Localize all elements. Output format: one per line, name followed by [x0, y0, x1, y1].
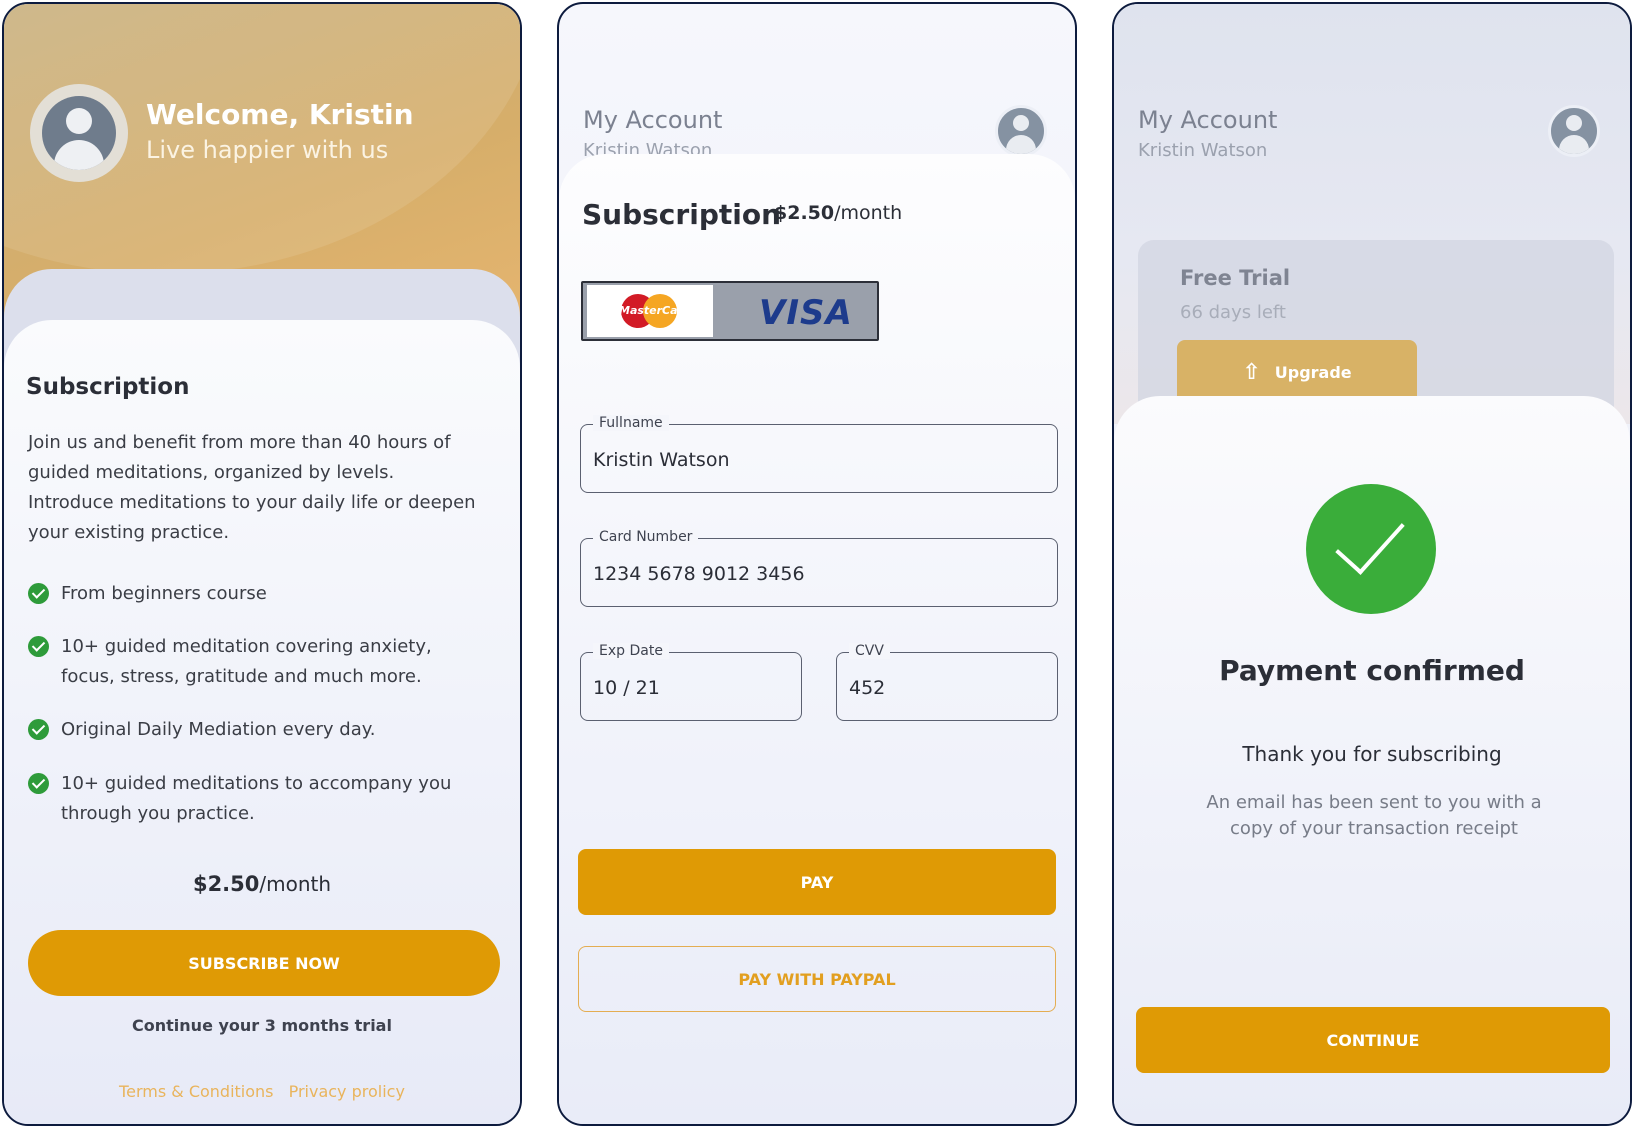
- cvv-label: CVV: [849, 643, 890, 659]
- thank-you-text: Thank you for subscribing: [1242, 742, 1502, 766]
- fullname-label: Fullname: [593, 415, 669, 431]
- feature-text: Original Daily Mediation every day.: [61, 719, 376, 740]
- subscription-screen: Welcome, Kristin Live happier with us Su…: [2, 2, 522, 1126]
- privacy-link[interactable]: Privacy prolicy: [289, 1082, 405, 1101]
- section-title: Subscription: [582, 198, 782, 231]
- confirmation-title: Payment confirmed: [1219, 654, 1525, 687]
- feature-text: 10+ guided meditations to accompany you …: [61, 773, 452, 824]
- mastercard-option[interactable]: MasterCard: [587, 285, 713, 337]
- success-check-icon: [1306, 484, 1436, 614]
- feature-text: From beginners course: [61, 583, 267, 604]
- feature-text: 10+ guided meditation covering anxiety, …: [61, 636, 432, 687]
- trial-link[interactable]: Continue your 3 months trial: [4, 1016, 520, 1035]
- trial-days-left: 66 days left: [1180, 302, 1286, 323]
- fullname-field[interactable]: Fullname Kristin Watson: [580, 415, 1058, 493]
- price-label: $2.50/month: [4, 872, 520, 896]
- cvv-field[interactable]: CVV 452: [836, 643, 1058, 721]
- mastercard-label: MasterCard: [619, 304, 691, 317]
- card-number-field[interactable]: Card Number 1234 5678 9012 3456: [580, 529, 1058, 607]
- upgrade-label: Upgrade: [1274, 362, 1352, 382]
- fullname-value: Kristin Watson: [593, 449, 730, 471]
- header-subtitle: Kristin Watson: [1138, 140, 1268, 161]
- subscribe-now-button[interactable]: SUBSCRIBE NOW: [28, 930, 500, 996]
- check-icon: [28, 583, 49, 604]
- exp-date-value: 10 / 21: [593, 677, 660, 699]
- confirmation-screen: My Account Kristin Watson Free Trial 66 …: [1112, 2, 1632, 1126]
- avatar[interactable]: [1548, 105, 1600, 157]
- card-number-label: Card Number: [593, 529, 699, 545]
- check-icon: [28, 719, 49, 740]
- upgrade-button[interactable]: ⇧ Upgrade: [1177, 340, 1417, 404]
- price-period: /month: [259, 872, 332, 896]
- pay-button[interactable]: PAY: [578, 849, 1056, 915]
- price-amount: $2.50: [774, 202, 835, 224]
- pay-with-paypal-button[interactable]: PAY WITH PAYPAL: [578, 946, 1056, 1012]
- header-title: My Account: [583, 106, 723, 134]
- avatar[interactable]: [995, 105, 1047, 157]
- visa-option[interactable]: VISA: [759, 293, 853, 333]
- terms-link[interactable]: Terms & Conditions: [119, 1082, 273, 1101]
- header-title: My Account: [1138, 106, 1278, 134]
- subscription-description: Join us and benefit from more than 40 ho…: [28, 432, 476, 543]
- welcome-title: Welcome, Kristin: [146, 98, 414, 131]
- user-icon: [42, 96, 116, 170]
- check-icon: [28, 773, 49, 794]
- user-icon: [1013, 115, 1029, 131]
- card-number-value: 1234 5678 9012 3456: [593, 563, 805, 585]
- email-notice: An email has been sent to you with a cop…: [1206, 792, 1542, 839]
- exp-date-field[interactable]: Exp Date 10 / 21: [580, 643, 802, 721]
- avatar[interactable]: [30, 84, 128, 182]
- welcome-tagline: Live happier with us: [146, 136, 389, 164]
- section-title: Subscription: [26, 374, 190, 400]
- footer-links: Terms & Conditions Privacy prolicy: [4, 1082, 520, 1101]
- price-amount: $2.50: [192, 872, 260, 896]
- price-label: $2.50/month: [774, 202, 902, 224]
- payment-screen: My Account Kristin Watson Subscription $…: [557, 2, 1077, 1126]
- trial-title: Free Trial: [1180, 266, 1291, 290]
- exp-date-label: Exp Date: [593, 643, 669, 659]
- upload-arrow-icon: ⇧: [1242, 359, 1261, 385]
- card-type-selector[interactable]: MasterCard VISA: [581, 281, 879, 341]
- check-icon: [28, 636, 49, 657]
- price-period: /month: [834, 202, 903, 224]
- continue-button[interactable]: CONTINUE: [1136, 1007, 1610, 1073]
- user-icon: [1566, 115, 1582, 131]
- cvv-value: 452: [849, 677, 886, 699]
